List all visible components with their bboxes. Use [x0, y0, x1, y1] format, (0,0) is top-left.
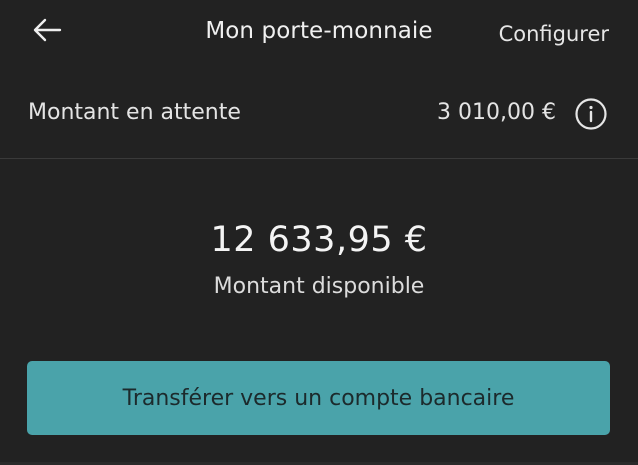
available-balance: 12 633,95 € Montant disponible: [0, 218, 638, 302]
pending-amount-row: Montant en attente 3 010,00 €: [0, 66, 638, 159]
available-amount-value: 12 633,95 €: [210, 220, 428, 260]
configure-button[interactable]: Configurer: [499, 19, 609, 49]
info-circle-icon: [574, 98, 608, 135]
available-amount-label: Montant disponible: [213, 274, 425, 299]
pending-amount-label: Montant en attente: [28, 100, 241, 125]
app-header: Mon porte-monnaie Configurer: [0, 0, 638, 66]
transfer-button-label: Transférer vers un compte bancaire: [122, 385, 515, 411]
pending-amount-value: 3 010,00 €: [437, 100, 556, 125]
transfer-to-bank-button[interactable]: Transférer vers un compte bancaire: [27, 361, 610, 435]
info-button[interactable]: [574, 97, 608, 131]
